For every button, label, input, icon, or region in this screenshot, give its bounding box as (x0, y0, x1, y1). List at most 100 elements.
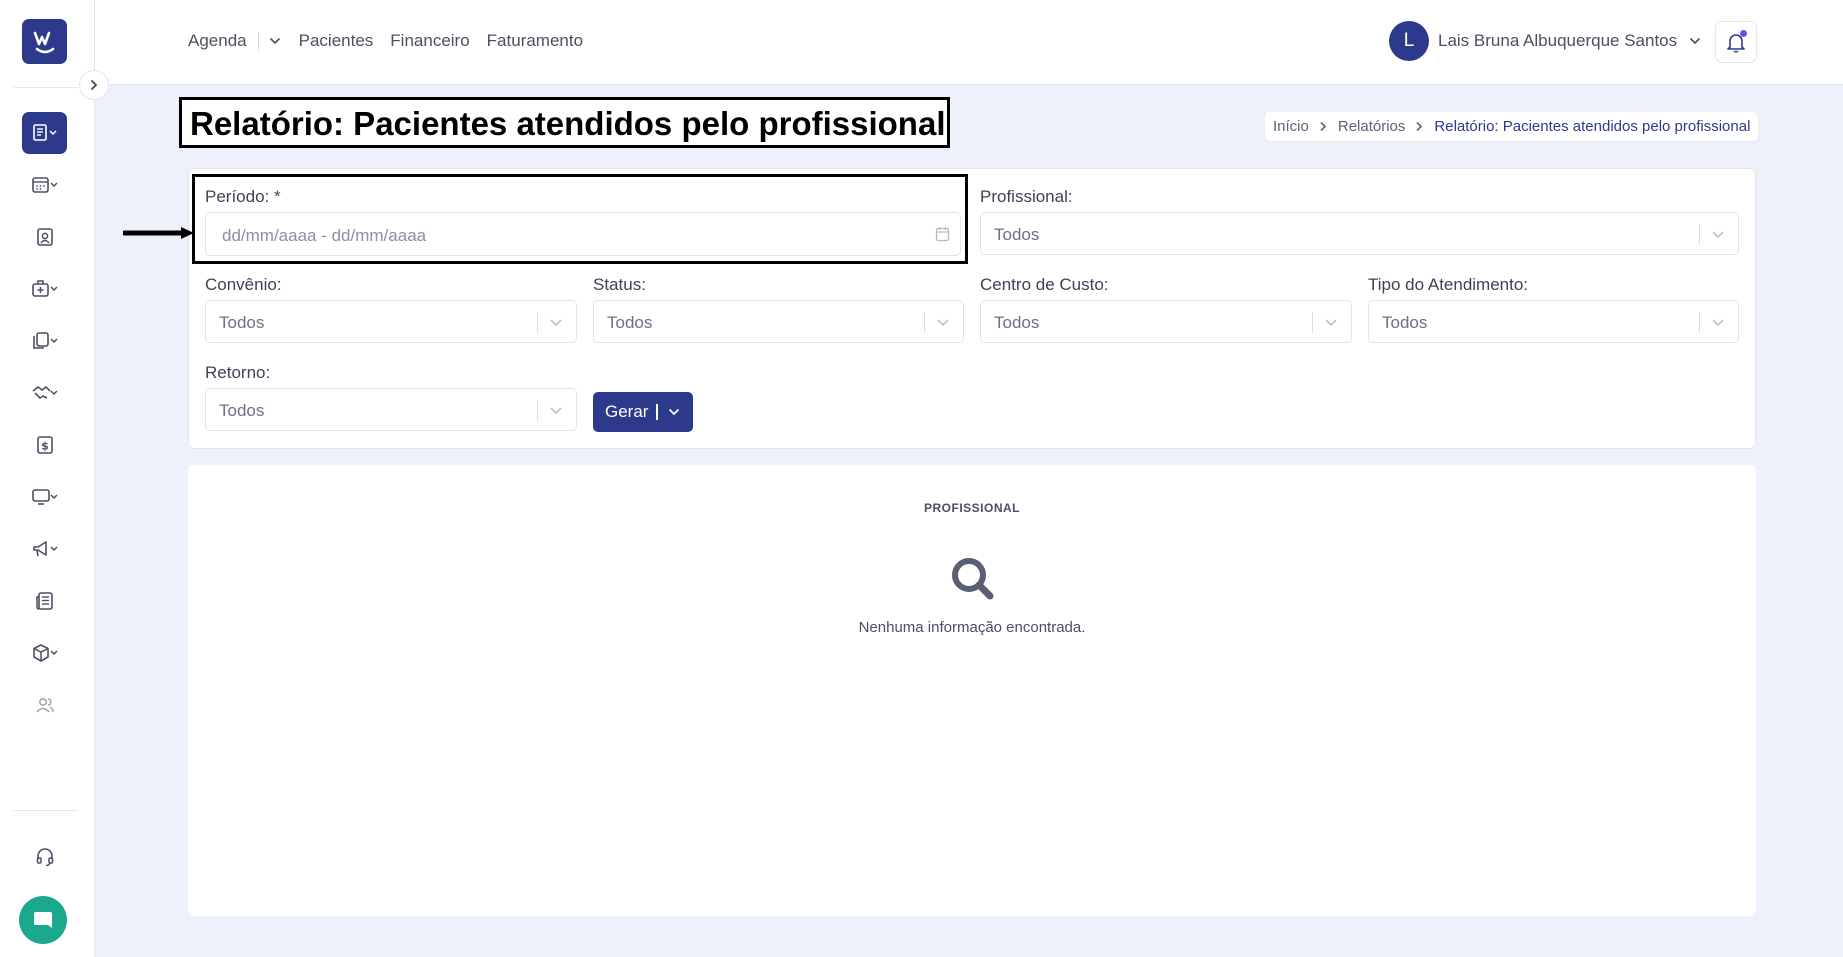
handshake-icon (32, 385, 58, 400)
button-divider (656, 404, 659, 420)
tipo-atendimento-value: Todos (1382, 313, 1428, 332)
centro-custo-select[interactable]: Todos (980, 300, 1352, 343)
sidebar-divider-bottom (14, 810, 78, 811)
status-value: Todos (607, 313, 653, 332)
profissional-value: Todos (994, 225, 1040, 244)
empty-state-message: Nenhuma informação encontrada. (858, 619, 1086, 636)
retorno-select[interactable]: Todos (205, 388, 577, 431)
chevron-down-icon (936, 315, 950, 334)
app-logo[interactable] (22, 19, 67, 64)
calendar-icon (31, 177, 58, 193)
gerar-button[interactable]: Gerar (593, 392, 693, 432)
chevron-down-icon[interactable] (668, 408, 680, 416)
user-menu[interactable]: L Lais Bruna Albuquerque Santos (1389, 21, 1701, 61)
sidebar-item-patients[interactable] (22, 216, 67, 258)
chat-icon (34, 912, 52, 928)
sidebar-item-support[interactable] (22, 836, 67, 878)
select-divider (1699, 224, 1700, 245)
breadcrumb: Início Relatórios Relatório: Pacientes a… (1265, 112, 1759, 141)
retorno-value: Todos (219, 401, 265, 420)
centro-custo-label: Centro de Custo: (980, 275, 1109, 294)
select-divider (924, 312, 925, 333)
chevron-right-icon (1416, 121, 1423, 132)
user-menu-chevron (1689, 37, 1701, 45)
select-divider (1699, 312, 1700, 333)
periodo-highlight (192, 174, 968, 264)
sidebar: $ (0, 0, 95, 957)
top-navigation: Agenda Pacientes Financeiro Faturamento (188, 31, 600, 51)
chevron-down-icon (1324, 315, 1338, 334)
sidebar-item-reports[interactable] (22, 112, 67, 154)
select-divider (1312, 312, 1313, 333)
breadcrumb-reports[interactable]: Relatórios (1338, 118, 1406, 135)
newspaper-icon (35, 592, 53, 610)
agenda-dropdown-toggle[interactable] (269, 37, 281, 45)
search-icon (949, 555, 995, 606)
centro-custo-value: Todos (994, 313, 1040, 332)
logo-icon (33, 31, 54, 53)
tipo-atendimento-label: Tipo do Atendimento: (1368, 275, 1529, 294)
sidebar-item-news[interactable] (22, 580, 67, 622)
sidebar-divider (14, 87, 78, 88)
megaphone-icon (32, 541, 58, 557)
nav-financeiro[interactable]: Financeiro (390, 31, 469, 51)
documents-icon (32, 332, 58, 349)
sidebar-item-documents[interactable] (22, 320, 67, 362)
results-column-header: PROFISSIONAL (923, 501, 1020, 515)
reports-icon (32, 124, 57, 141)
status-label: Status: (593, 275, 646, 294)
chevron-down-icon (549, 403, 563, 422)
notification-dot (1740, 30, 1747, 37)
convenio-select[interactable]: Todos (205, 300, 577, 343)
avatar: L (1389, 21, 1429, 61)
breadcrumb-separator (1415, 121, 1423, 132)
select-divider (537, 400, 538, 421)
nav-agenda[interactable]: Agenda (188, 31, 247, 51)
breadcrumb-home[interactable]: Início (1273, 118, 1309, 135)
select-divider (537, 312, 538, 333)
clinic-icon (31, 280, 58, 297)
convenio-label: Convênio: (205, 275, 282, 294)
box-icon (32, 644, 58, 662)
patient-badge-icon (36, 228, 53, 246)
tipo-atendimento-select[interactable]: Todos (1368, 300, 1739, 343)
profissional-label: Profissional: (980, 187, 1073, 206)
sidebar-item-marketing[interactable] (22, 528, 67, 570)
sidebar-item-inventory[interactable] (22, 632, 67, 674)
retorno-label: Retorno: (205, 363, 271, 382)
sidebar-item-clinic[interactable] (22, 268, 67, 310)
page-title-highlight: Relatório: Pacientes atendidos pelo prof… (179, 97, 950, 148)
sidebar-item-calendar[interactable] (22, 164, 67, 206)
notifications-button[interactable] (1715, 21, 1757, 63)
profissional-select[interactable]: Todos (980, 212, 1739, 255)
chevron-down-icon (549, 315, 563, 334)
chevron-right-icon (1320, 121, 1326, 132)
arrow-annotation (121, 226, 195, 245)
status-select[interactable]: Todos (593, 300, 964, 343)
sidebar-item-handshake[interactable] (22, 372, 67, 414)
results-card: PROFISSIONAL Nenhuma informação encontra… (188, 465, 1756, 916)
nav-divider (257, 32, 259, 50)
dollar-icon: $ (36, 436, 53, 454)
users-icon (35, 698, 54, 713)
chevron-down-icon (1711, 315, 1725, 334)
headset-icon (36, 848, 53, 867)
chevron-down-icon (1711, 227, 1725, 246)
arrow-right-icon (121, 227, 194, 239)
svg-text:$: $ (41, 440, 49, 453)
nav-faturamento[interactable]: Faturamento (487, 31, 583, 51)
sidebar-item-monitor[interactable] (22, 476, 67, 518)
breadcrumb-separator (1319, 121, 1327, 132)
sidebar-item-users[interactable] (22, 684, 67, 726)
monitor-icon (31, 489, 58, 505)
nav-pacientes[interactable]: Pacientes (299, 31, 374, 51)
sidebar-collapse-toggle[interactable] (79, 70, 109, 100)
breadcrumb-current: Relatório: Pacientes atendidos pelo prof… (1434, 118, 1751, 135)
chevron-down-icon (269, 37, 280, 45)
chat-button[interactable] (19, 896, 67, 944)
convenio-value: Todos (219, 313, 265, 332)
topbar: Agenda Pacientes Financeiro Faturamento … (95, 0, 1843, 85)
page-title: Relatório: Pacientes atendidos pelo prof… (190, 105, 946, 142)
sidebar-item-financial[interactable]: $ (22, 424, 67, 466)
gerar-label: Gerar (605, 402, 649, 421)
